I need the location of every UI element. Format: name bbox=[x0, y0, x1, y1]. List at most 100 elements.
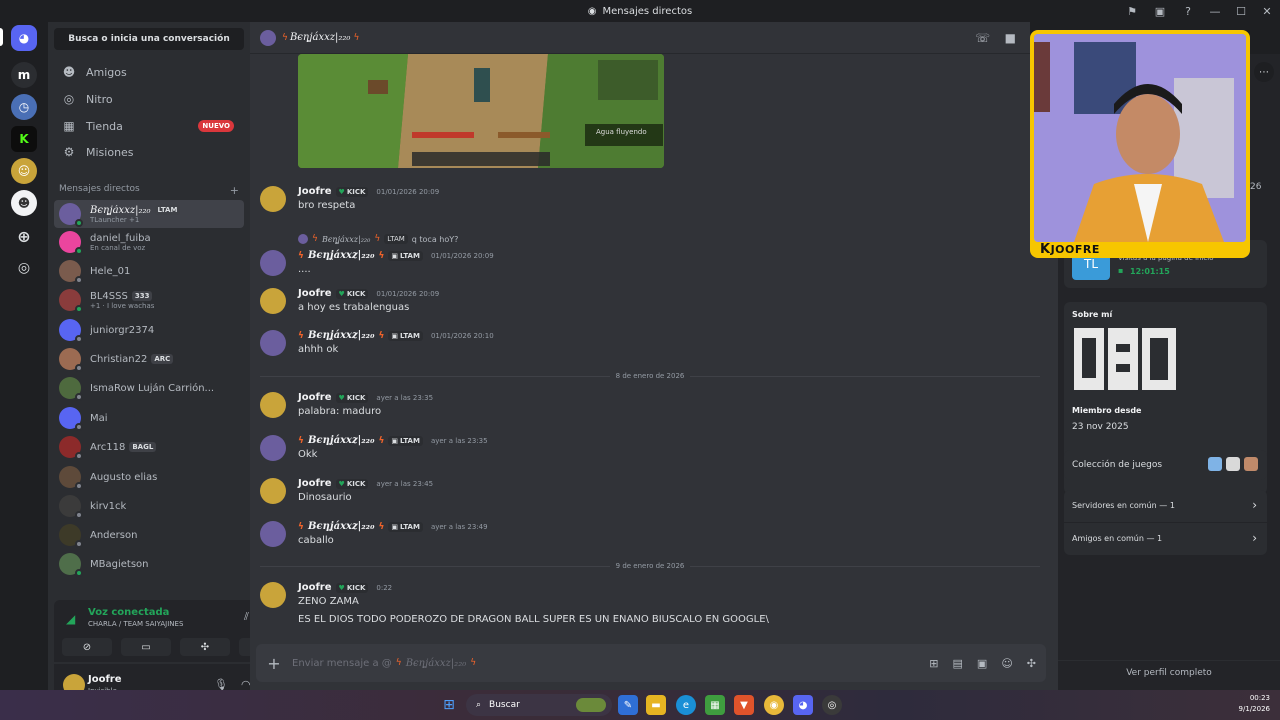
minimize-button[interactable]: — bbox=[1202, 0, 1228, 22]
minecraft-icon[interactable]: ▦ bbox=[705, 695, 725, 715]
sticker-icon[interactable]: ▣ bbox=[977, 657, 987, 670]
view-full-profile-link[interactable]: Ver perfil completo bbox=[1058, 668, 1280, 678]
maximize-button[interactable]: ☐ bbox=[1228, 0, 1254, 22]
dm-item[interactable]: juniorgr2374 bbox=[54, 316, 244, 344]
message[interactable]: Joofre ♥ KICK ayer a las 23:35 palabra: madu… bbox=[260, 392, 1040, 426]
obs-icon[interactable]: ◎ bbox=[822, 695, 842, 715]
avatar[interactable] bbox=[260, 582, 286, 608]
apps-icon[interactable]: ✣ bbox=[1027, 657, 1036, 670]
attach-plus-icon[interactable]: + bbox=[256, 654, 292, 673]
server-goku-icon[interactable]: ☺ bbox=[11, 158, 37, 184]
minecraft-scene bbox=[298, 54, 664, 168]
reply-preview[interactable]: ϟ Bєηʝáxxz|₂₂₀ ϟ LTAM q toca hoY? bbox=[298, 234, 458, 244]
more-options-icon[interactable]: ⋯ bbox=[1254, 62, 1274, 82]
date-divider: 9 de enero de 2026 bbox=[260, 561, 1041, 571]
noise-suppression-icon[interactable]: ⫽ bbox=[244, 610, 249, 624]
screen-share-button[interactable]: ▭ bbox=[121, 638, 171, 656]
close-button[interactable]: ✕ bbox=[1254, 0, 1280, 22]
message[interactable]: Joofre ♥ KICK ayer a las 23:45 Dinosaurio bbox=[260, 478, 1040, 512]
dm-item[interactable]: MBagietson bbox=[54, 550, 244, 578]
message[interactable]: ϟ Bєηʝáxxz|₂₂₀ ϟ ▣ LTAM ayer a las 23:49 cabal… bbox=[260, 521, 1040, 555]
message-author[interactable]: Bєηʝáxxz|₂₂₀ bbox=[308, 330, 375, 341]
edge-icon[interactable]: e bbox=[676, 695, 696, 715]
dm-item[interactable]: IsmaRow Luján Carrión... bbox=[54, 374, 244, 402]
app-editor-icon[interactable]: ✎ bbox=[618, 695, 638, 715]
taskbar-search[interactable]: ⌕ Buscar bbox=[466, 694, 612, 716]
voice-channel[interactable]: CHARLA / TEAM SAIYAJINES bbox=[88, 620, 183, 628]
avatar[interactable] bbox=[260, 186, 286, 212]
message-author[interactable]: Joofre bbox=[298, 392, 332, 403]
gift-icon[interactable]: ⊞ bbox=[929, 657, 938, 670]
message-author[interactable]: Joofre bbox=[298, 186, 332, 197]
composer-placeholder[interactable]: Enviar mensaje a @ ϟ Bєηʝáxxz|₂₂₀ ϟ bbox=[292, 658, 476, 669]
avatar[interactable] bbox=[260, 435, 286, 461]
nav-quests[interactable]: ⚙ Misiones bbox=[54, 140, 244, 164]
nav-nitro[interactable]: ◎ Nitro bbox=[54, 87, 244, 111]
dm-item[interactable]: Arc118 BAGL bbox=[54, 433, 244, 461]
message[interactable]: ϟ Bєηʝáxxz|₂₂₀ ϟ LTAM q toca hoY? ϟ Bєηʝáxxz|₂… bbox=[260, 234, 1040, 284]
server-anime-icon[interactable]: ☻ bbox=[11, 190, 37, 216]
dm-item[interactable]: Anderson bbox=[54, 521, 244, 549]
dm-item[interactable]: Hele_01 bbox=[54, 257, 244, 285]
server-clock-icon[interactable]: ◷ bbox=[11, 94, 37, 120]
nav-shop[interactable]: ▦ Tienda NUEVO bbox=[54, 114, 244, 138]
user-name[interactable]: Joofre bbox=[88, 674, 122, 685]
avatar bbox=[59, 377, 83, 401]
server-kick-icon[interactable]: K bbox=[11, 126, 37, 152]
inbox-icon[interactable]: ▣ bbox=[1146, 0, 1174, 22]
message-author[interactable]: Joofre bbox=[298, 288, 332, 299]
avatar[interactable] bbox=[260, 330, 286, 356]
avatar[interactable] bbox=[260, 521, 286, 547]
message-author[interactable]: Joofre bbox=[298, 478, 332, 489]
dm-item[interactable]: Augusto elias bbox=[54, 463, 244, 491]
server-m[interactable]: m bbox=[11, 62, 37, 88]
inbox-flag-icon[interactable]: ⚑ bbox=[1118, 0, 1146, 22]
games-card[interactable]: Colección de juegos bbox=[1064, 450, 1267, 480]
brave-icon[interactable]: ▼ bbox=[734, 695, 754, 715]
add-server-icon[interactable]: ⊕ bbox=[11, 223, 37, 249]
mutual-friends-row[interactable]: Amigos en común — 1 › bbox=[1064, 523, 1267, 555]
message-composer[interactable]: + Enviar mensaje a @ ϟ Bєηʝáxxz|₂₂₀ ϟ ⊞ … bbox=[256, 644, 1046, 682]
avatar[interactable] bbox=[260, 478, 286, 504]
message[interactable]: ϟ Bєηʝáxxz|₂₂₀ ϟ ▣ LTAM ayer a las 23:35 Okk bbox=[260, 435, 1040, 469]
message[interactable]: Joofre ♥ KICK 01/01/2026 20:09 a hoy es trab… bbox=[260, 288, 1040, 322]
discord-taskbar-icon[interactable]: ◕ bbox=[793, 695, 813, 715]
message[interactable]: Joofre ♥ KICK 01/01/2026 20:09 bro respeta bbox=[260, 186, 1040, 220]
avatar[interactable] bbox=[260, 288, 286, 314]
avatar[interactable] bbox=[260, 392, 286, 418]
dm-search-button[interactable]: Busca o inicia una conversación bbox=[54, 28, 244, 50]
dm-item[interactable]: Christian22 ARC bbox=[54, 345, 244, 373]
video-call-icon[interactable]: ■ bbox=[1005, 31, 1016, 45]
dm-item[interactable]: kirv1ck bbox=[54, 492, 244, 520]
dm-item[interactable]: Bєηʝáxxz|₂₂₀ LTAM TLauncher +1 bbox=[54, 200, 244, 228]
message-author[interactable]: Bєηʝáxxz|₂₂₀ bbox=[308, 435, 375, 446]
dm-item[interactable]: Mai bbox=[54, 404, 244, 432]
help-icon[interactable]: ? bbox=[1174, 0, 1202, 22]
message[interactable]: Joofre ♥ KICK 0:22 ZENO ZAMA ES EL DIOS TODO … bbox=[260, 582, 1040, 630]
avatar[interactable] bbox=[260, 250, 286, 276]
minecraft-screenshot[interactable]: Agua fluyendo bbox=[298, 54, 664, 168]
discord-home-icon[interactable]: ◕ bbox=[11, 25, 37, 51]
message[interactable]: ϟ Bєηʝáxxz|₂₂₀ ϟ ▣ LTAM 01/01/2026 20:10 ahhh … bbox=[260, 330, 1040, 364]
message-text: Okk bbox=[298, 449, 318, 460]
taskbar-clock[interactable]: 00:23 9/1/2026 bbox=[1239, 693, 1270, 715]
activity-time: 12:01:15 bbox=[1130, 267, 1170, 276]
windows-start-icon[interactable]: ⊞ bbox=[439, 695, 459, 715]
voice-call-icon[interactable]: ☏ bbox=[975, 31, 990, 45]
file-explorer-icon[interactable]: ▬ bbox=[646, 695, 666, 715]
author-badge: ▣ LTAM bbox=[388, 250, 423, 261]
create-dm-icon[interactable]: + bbox=[230, 184, 239, 197]
message-author[interactable]: Bєηʝáxxz|₂₂₀ bbox=[308, 250, 375, 261]
chrome-icon[interactable]: ◉ bbox=[764, 695, 784, 715]
discover-icon[interactable]: ◎ bbox=[11, 255, 37, 281]
nav-friends[interactable]: ☻ Amigos bbox=[54, 60, 244, 84]
camera-off-button[interactable]: ⊘ bbox=[62, 638, 112, 656]
gif-icon[interactable]: ▤ bbox=[953, 657, 963, 670]
emoji-icon[interactable]: ☺ bbox=[1001, 657, 1012, 670]
message-author[interactable]: Joofre bbox=[298, 582, 332, 593]
activities-button[interactable]: ✣ bbox=[180, 638, 230, 656]
message-author[interactable]: Bєηʝáxxz|₂₂₀ bbox=[308, 521, 375, 532]
mutual-servers-row[interactable]: Servidores en común — 1 › bbox=[1064, 490, 1267, 522]
dm-item[interactable]: BL4SSS 333 +1 · I love wachas bbox=[54, 286, 244, 314]
dm-item[interactable]: daniel_fuiba En canal de voz bbox=[54, 228, 244, 256]
